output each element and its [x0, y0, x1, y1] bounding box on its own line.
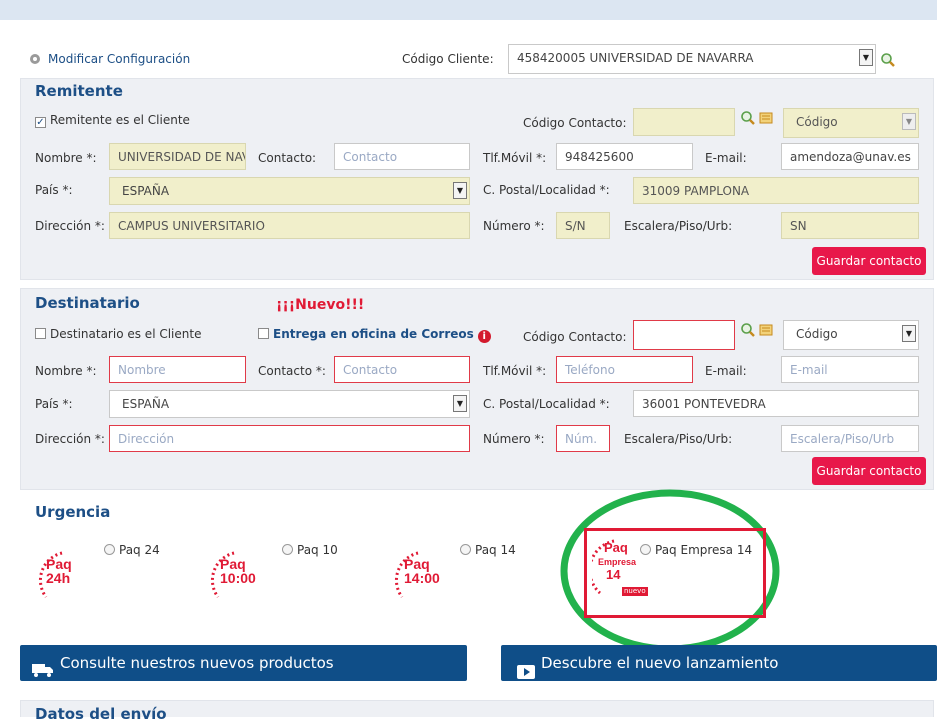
checkbox-checked[interactable]: ✓ [35, 117, 46, 128]
destinatario-contact-label: Contacto *: [258, 364, 326, 378]
destinatario-number-input[interactable]: Núm. [556, 425, 610, 452]
destinatario-floor-input[interactable]: Escalera/Piso/Urb [781, 425, 919, 452]
remitente-country-label: País *: [35, 183, 73, 197]
destinatario-contact-input[interactable]: Contacto [334, 356, 470, 383]
destinatario-mobile-label: Tlf.Móvil *: [483, 364, 547, 378]
shipment-form-page: Modificar Configuración Código Cliente: … [0, 0, 937, 723]
destinatario-contact-code-input[interactable] [633, 320, 735, 350]
remitente-email-input[interactable]: amendoza@unav.es [781, 143, 919, 170]
remitente-name-label: Nombre *: [35, 151, 97, 165]
new-launch-banner[interactable]: Descubre el nuevo lanzamiento [501, 645, 937, 681]
radio-button[interactable] [460, 544, 471, 555]
truck-icon [32, 655, 54, 677]
search-icon[interactable] [740, 110, 756, 126]
remitente-mobile-label: Tlf.Móvil *: [483, 151, 547, 165]
destinatario-address-input[interactable]: Dirección [109, 425, 470, 452]
destinatario-postal-input[interactable]: 36001 PONTEVEDRA [633, 390, 919, 417]
chevron-down-icon: ▼ [902, 325, 916, 342]
client-code-select[interactable]: 458420005 UNIVERSIDAD DE NAVARRA ▼ [508, 44, 876, 74]
checkbox[interactable] [258, 328, 269, 339]
destinatario-country-select[interactable]: ESPAÑA ▼ [109, 390, 470, 418]
paq24-logo: Paq 24h [36, 545, 106, 615]
radio-button[interactable] [640, 544, 651, 555]
search-icon[interactable] [880, 52, 896, 68]
remitente-address-input[interactable]: CAMPUS UNIVERSITARIO [109, 212, 470, 239]
shipment-data-title: Datos del envío [35, 705, 167, 723]
remitente-floor-label: Escalera/Piso/Urb: [624, 219, 733, 233]
paq14-option[interactable]: Paq 14 [460, 543, 516, 557]
remitente-postal-label: C. Postal/Localidad *: [483, 183, 610, 197]
paq24-option[interactable]: Paq 24 [104, 543, 160, 557]
remitente-contact-code-input[interactable] [633, 108, 735, 136]
remitente-email-label: E-mail: [705, 151, 747, 165]
destinatario-number-label: Número *: [483, 432, 545, 446]
remitente-contact-input[interactable]: Contacto [334, 143, 470, 170]
remitente-title: Remitente [35, 82, 123, 100]
remitente-number-label: Número *: [483, 219, 545, 233]
radio-button[interactable] [104, 544, 115, 555]
remitente-postal-input[interactable]: 31009 PAMPLONA [633, 177, 919, 204]
remitente-code-select[interactable]: Código ▼ [783, 108, 919, 138]
paq-empresa14-option[interactable]: Paq Empresa 14 [640, 543, 752, 557]
post-office-delivery[interactable]: Entrega en oficina de Correos i [258, 327, 491, 343]
checkbox[interactable] [35, 328, 46, 339]
top-band [0, 0, 937, 20]
paq10-option[interactable]: Paq 10 [282, 543, 338, 557]
remitente-mobile-input[interactable]: 948425600 [556, 143, 693, 170]
remitente-contact-code-label: Código Contacto: [523, 116, 627, 130]
paq10-logo: Paq 10:00 [208, 545, 278, 615]
play-icon [517, 656, 535, 679]
remitente-address-label: Dirección *: [35, 219, 105, 233]
paq14-logo: Paq 14:00 [392, 545, 462, 615]
destinatario-panel [20, 288, 934, 490]
remitente-save-contact-button[interactable]: Guardar contacto [812, 247, 926, 275]
destinatario-country-label: País *: [35, 397, 73, 411]
remitente-name-input[interactable]: UNIVERSIDAD DE NAV/ [109, 143, 246, 170]
urgencia-title: Urgencia [35, 503, 111, 521]
destinatario-same-as-client[interactable]: Destinatario es el Cliente [35, 327, 201, 341]
address-book-icon[interactable] [758, 322, 774, 338]
destinatario-email-input[interactable]: E-mail [781, 356, 919, 383]
chevron-down-icon: ▼ [902, 113, 916, 130]
radio-button[interactable] [282, 544, 293, 555]
destinatario-mobile-input[interactable]: Teléfono [556, 356, 693, 383]
destinatario-floor-label: Escalera/Piso/Urb: [624, 432, 733, 446]
modify-config-link[interactable]: Modificar Configuración [48, 52, 190, 66]
destinatario-code-select[interactable]: Código ▼ [783, 320, 919, 350]
chevron-down-icon: ▼ [453, 182, 467, 199]
address-book-icon[interactable] [758, 110, 774, 126]
destinatario-title: Destinatario [35, 294, 140, 312]
remitente-same-as-client[interactable]: ✓ Remitente es el Cliente [35, 113, 190, 128]
remitente-country-select[interactable]: ESPAÑA ▼ [109, 177, 470, 205]
gear-icon[interactable] [28, 52, 42, 66]
destinatario-address-label: Dirección *: [35, 432, 105, 446]
remitente-contact-label: Contacto: [258, 151, 317, 165]
new-badge: ¡¡¡Nuevo!!! [276, 297, 365, 313]
client-code-label: Código Cliente: [402, 52, 494, 66]
chevron-down-icon: ▼ [859, 49, 873, 66]
info-icon[interactable]: i [477, 330, 491, 343]
search-icon[interactable] [740, 322, 756, 338]
destinatario-name-label: Nombre *: [35, 364, 97, 378]
destinatario-postal-label: C. Postal/Localidad *: [483, 397, 610, 411]
chevron-down-icon: ▼ [453, 395, 467, 412]
destinatario-contact-code-label: Código Contacto: [523, 330, 627, 344]
destinatario-email-label: E-mail: [705, 364, 747, 378]
remitente-floor-input[interactable]: SN [781, 212, 919, 239]
destinatario-name-input[interactable]: Nombre [109, 356, 246, 383]
remitente-number-input[interactable]: S/N [556, 212, 610, 239]
new-products-banner[interactable]: Consulte nuestros nuevos productos [20, 645, 467, 681]
destinatario-save-contact-button[interactable]: Guardar contacto [812, 457, 926, 485]
